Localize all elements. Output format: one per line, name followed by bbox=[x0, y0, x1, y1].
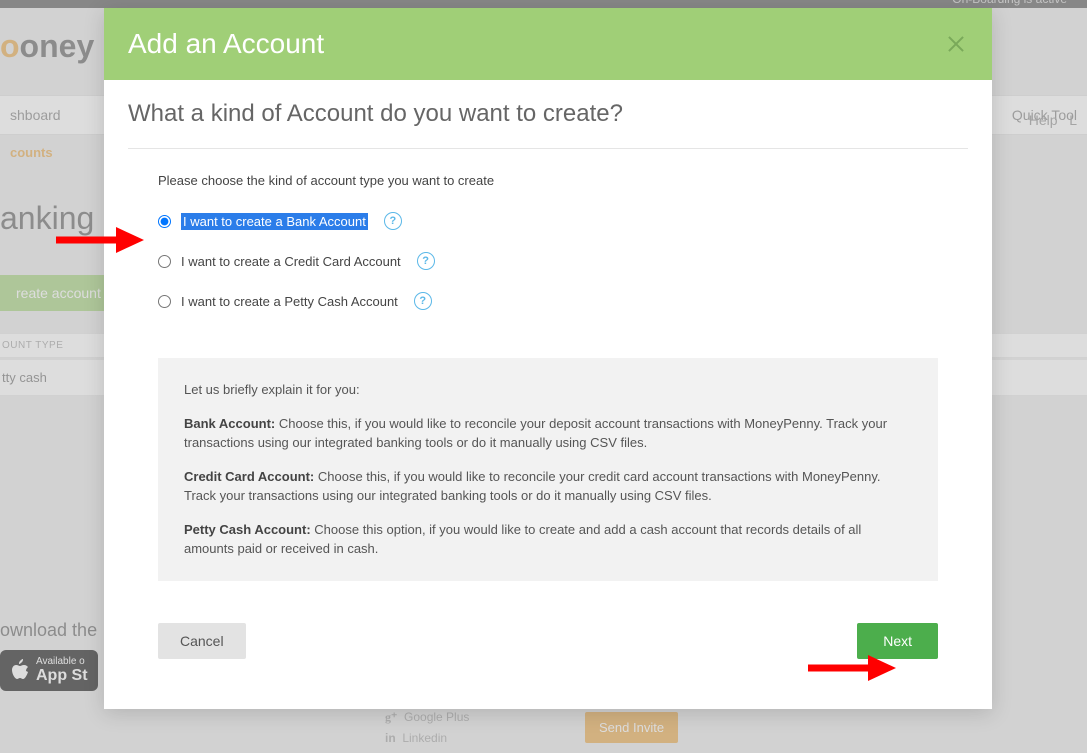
modal-footer: Cancel Next bbox=[128, 581, 968, 685]
radio-bank-label[interactable]: I want to create a Bank Account bbox=[181, 213, 368, 230]
modal-title: Add an Account bbox=[128, 28, 324, 60]
radio-cc-label[interactable]: I want to create a Credit Card Account bbox=[181, 254, 401, 269]
explain-bank: Bank Account: Choose this, if you would … bbox=[184, 414, 912, 453]
help-icon[interactable]: ? bbox=[417, 252, 435, 270]
modal-question: What a kind of Account do you want to cr… bbox=[128, 100, 968, 149]
close-icon[interactable] bbox=[944, 32, 968, 56]
radio-petty-input[interactable] bbox=[158, 295, 171, 308]
help-icon[interactable]: ? bbox=[414, 292, 432, 310]
next-button[interactable]: Next bbox=[857, 623, 938, 659]
form-area: Please choose the kind of account type y… bbox=[128, 149, 968, 342]
radio-option-bank[interactable]: I want to create a Bank Account ? bbox=[158, 212, 938, 230]
radio-cc-input[interactable] bbox=[158, 255, 171, 268]
radio-bank-input[interactable] bbox=[158, 215, 171, 228]
explain-petty: Petty Cash Account: Choose this option, … bbox=[184, 520, 912, 559]
explain-cc: Credit Card Account: Choose this, if you… bbox=[184, 467, 912, 506]
explain-intro: Let us briefly explain it for you: bbox=[184, 380, 912, 400]
radio-option-credit-card[interactable]: I want to create a Credit Card Account ? bbox=[158, 252, 938, 270]
cancel-button[interactable]: Cancel bbox=[158, 623, 246, 659]
explanation-box: Let us briefly explain it for you: Bank … bbox=[158, 358, 938, 581]
help-icon[interactable]: ? bbox=[384, 212, 402, 230]
modal-body: What a kind of Account do you want to cr… bbox=[104, 80, 992, 709]
add-account-modal: Add an Account What a kind of Account do… bbox=[104, 8, 992, 709]
modal-header: Add an Account bbox=[104, 8, 992, 80]
radio-petty-label[interactable]: I want to create a Petty Cash Account bbox=[181, 294, 398, 309]
instruction-text: Please choose the kind of account type y… bbox=[158, 173, 938, 188]
radio-option-petty-cash[interactable]: I want to create a Petty Cash Account ? bbox=[158, 292, 938, 310]
